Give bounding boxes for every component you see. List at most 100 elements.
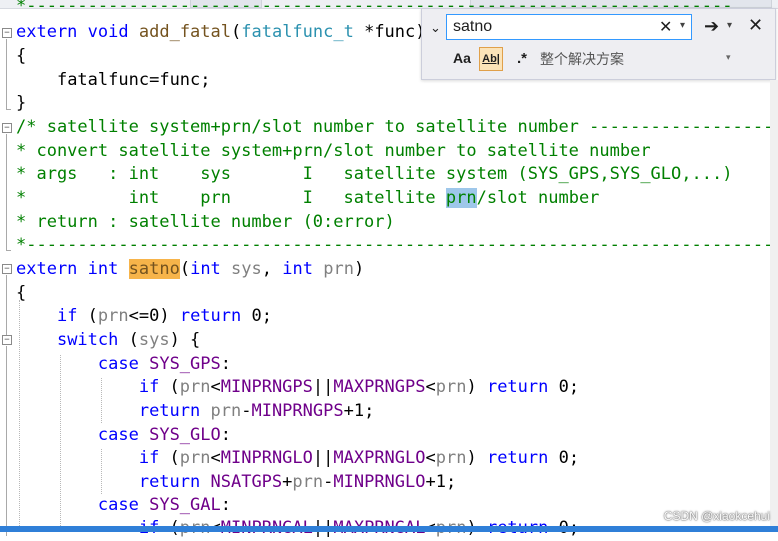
fold-end: [6, 250, 11, 251]
comment-text: /slot number: [476, 188, 600, 208]
keyword: if: [138, 377, 160, 397]
macro: SYS_GPS: [149, 354, 221, 374]
clear-icon[interactable]: ✕: [659, 17, 672, 37]
indent-guide: [19, 300, 20, 532]
keyword: return: [138, 401, 201, 421]
comment-line: /* satellite system+prn/slot number to s…: [16, 117, 774, 137]
search-history-icon[interactable]: ▾: [680, 20, 685, 31]
code-text: 0;: [548, 448, 580, 468]
code-line: case SYS_GAL:: [16, 494, 231, 518]
collapse-icon[interactable]: −: [2, 28, 12, 38]
regex-toggle[interactable]: .*: [510, 47, 534, 69]
code-line: if (prn<=0) return 0;: [56, 306, 272, 326]
parameter: prn: [323, 259, 354, 279]
fold-line: [6, 39, 7, 109]
code-text: +1;: [343, 401, 375, 421]
code-text: ) {: [169, 330, 201, 350]
code-line: {: [16, 46, 27, 66]
keyword: case: [97, 425, 139, 445]
code-text: fatalfunc: [56, 70, 150, 90]
code-line: }: [16, 93, 27, 113]
close-icon[interactable]: ✕: [748, 15, 763, 36]
comment-line: * args : int sys I satellite system (SYS…: [16, 164, 733, 184]
keyword: return: [138, 472, 201, 492]
whole-word-toggle[interactable]: Ab|: [479, 47, 503, 71]
status-bar: [0, 526, 778, 532]
type-name: fatalfunc_t: [241, 22, 354, 42]
macro: MAXPRNGLO: [333, 448, 426, 468]
macro: NSATGPS: [210, 472, 283, 492]
collapse-icon[interactable]: −: [2, 335, 12, 345]
operator: =: [149, 70, 160, 90]
punctuation: (: [231, 22, 242, 42]
watermark: CSDN @xiaokcehui: [663, 509, 770, 523]
code-text: <=0): [128, 306, 180, 326]
parameter: prn: [179, 448, 211, 468]
code-line: return NSATGPS+prn-MINPRNGLO+1;: [138, 472, 457, 492]
collapse-icon[interactable]: −: [2, 123, 12, 133]
collapse-icon[interactable]: −: [2, 264, 12, 274]
code-line: {: [16, 283, 27, 303]
expand-replace-icon[interactable]: ⌄: [430, 20, 441, 36]
function-name-highlighted: satno: [128, 259, 180, 279]
parameter: sys: [138, 330, 170, 350]
indent-guide: [60, 355, 61, 532]
code-text: :: [220, 495, 231, 515]
comment-line: * int prn I satellite prn/slot number: [16, 187, 599, 211]
keyword: return: [486, 377, 549, 397]
code-text: :: [220, 425, 231, 445]
code-text: 0;: [548, 377, 580, 397]
vertical-scrollbar[interactable]: [770, 80, 778, 530]
search-input[interactable]: [453, 17, 653, 37]
keyword: if: [138, 448, 160, 468]
search-match-highlight: prn: [445, 188, 477, 208]
fold-line: [6, 346, 7, 536]
parameter: prn: [210, 401, 242, 421]
search-input-box[interactable]: ✕ ▾: [446, 14, 692, 40]
fold-line: [6, 134, 7, 250]
macro: SYS_GLO: [149, 425, 221, 445]
scope-dropdown-icon[interactable]: ▾: [726, 52, 731, 63]
parameter: prn: [435, 377, 467, 397]
fold-end: [6, 109, 11, 110]
search-scope-dropdown[interactable]: 整个解决方案: [540, 49, 624, 69]
code-text: *func): [353, 22, 426, 42]
code-line: case SYS_GPS:: [16, 353, 231, 377]
code-line: extern void add_fatal(fatalfunc_t *func): [16, 21, 426, 45]
keyword: extern: [16, 259, 78, 279]
comment-text: * int prn I satellite: [16, 188, 446, 208]
comment-line: * convert satellite system+prn/slot numb…: [16, 141, 651, 161]
keyword: int: [87, 259, 119, 279]
parameter: sys: [231, 259, 262, 279]
macro: MAXPRNGPS: [333, 377, 426, 397]
function-name: add_fatal: [138, 22, 231, 42]
keyword: int: [190, 259, 221, 279]
parameter: prn: [97, 306, 129, 326]
match-case-toggle[interactable]: Aa: [450, 47, 474, 69]
keyword: switch: [56, 330, 119, 350]
indent-guide: [101, 378, 102, 423]
code-line: case SYS_GLO:: [16, 424, 231, 448]
keyword: case: [97, 354, 139, 374]
code-line: return prn-MINPRNGPS+1;: [138, 401, 375, 421]
macro: MINPRNGPS: [220, 377, 313, 397]
parameter: prn: [435, 448, 467, 468]
find-panel: ⌄ ✕ ▾ ➔ ▾ ✕ Aa Ab| .* 整个解决方案 ▾: [421, 8, 776, 80]
code-text: 0;: [241, 306, 272, 326]
keyword: return: [179, 306, 242, 326]
keyword: int: [282, 259, 313, 279]
comment-line: * return : satellite number (0:error): [16, 212, 395, 232]
macro: MINPRNGLO: [220, 448, 313, 468]
code-line: switch (sys) {: [56, 330, 201, 350]
parameter: prn: [292, 472, 324, 492]
find-next-icon[interactable]: ➔: [704, 16, 719, 37]
comment-line: *---------------------------------------…: [16, 235, 774, 255]
macro: SYS_GAL: [149, 495, 221, 515]
keyword: case: [97, 495, 139, 515]
find-next-dropdown-icon[interactable]: ▾: [727, 20, 732, 31]
code-line: fatalfunc=func;: [16, 69, 211, 93]
outlining-gutter: − − − −: [0, 8, 12, 536]
code-line: extern int satno(int sys, int prn): [16, 259, 365, 279]
keyword: if: [56, 306, 78, 326]
keyword: return: [486, 448, 549, 468]
